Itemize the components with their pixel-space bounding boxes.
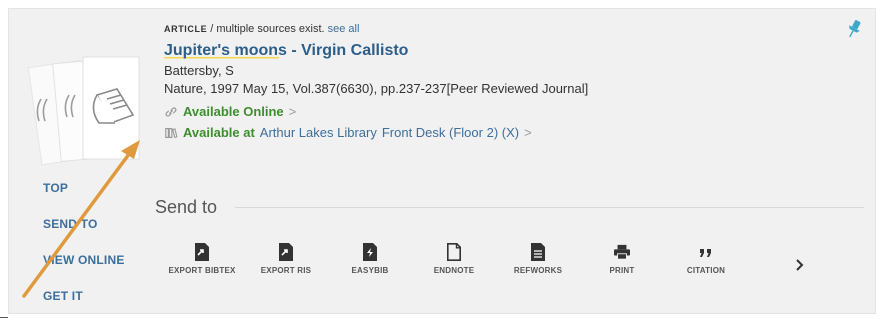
action-label: REFWORKS — [513, 266, 563, 275]
nav-item-top[interactable]: TOP — [43, 181, 125, 217]
available-online-label: Available Online — [183, 104, 284, 119]
action-label: ENDNOTE — [433, 266, 475, 275]
easybib-button[interactable]: EASYBIB — [328, 243, 412, 275]
export-ris-icon — [279, 243, 293, 261]
print-button[interactable]: PRINT — [580, 243, 664, 275]
resource-type: ARTICLE — [164, 24, 208, 34]
action-label: EASYBIB — [351, 266, 389, 275]
article-thumbnail-icon — [27, 56, 140, 166]
nav-item-view-online[interactable]: VIEW ONLINE — [43, 253, 125, 289]
action-label: EXPORT BIBTEX — [168, 266, 236, 275]
divider — [235, 206, 864, 208]
see-all-link[interactable]: see all — [328, 23, 360, 35]
refworks-icon — [531, 243, 545, 261]
export-ris-button[interactable]: EXPORT RIS — [244, 243, 328, 275]
send-to-section-header: Send to — [155, 196, 864, 218]
library-location: Front Desk (Floor 2) (X) — [381, 125, 520, 140]
refworks-button[interactable]: REFWORKS — [496, 243, 580, 275]
action-label: EXPORT RIS — [260, 266, 312, 275]
action-label: CITATION — [686, 266, 726, 275]
library-book-icon — [165, 127, 178, 138]
chevron-right-icon[interactable] — [794, 258, 806, 272]
send-to-actions: EXPORT BIBTEX EXPORT RIS EASYBIB ENDNOTE… — [160, 243, 748, 275]
send-to-heading: Send to — [155, 196, 218, 217]
citation-icon — [700, 249, 711, 257]
nav-item-get-it[interactable]: GET IT — [43, 289, 125, 325]
pin-icon[interactable] — [845, 19, 863, 39]
export-bibtex-button[interactable]: EXPORT BIBTEX — [160, 243, 244, 275]
record-details: ARTICLE / multiple sources exist. see al… — [164, 23, 835, 140]
library-name: Arthur Lakes Library — [259, 125, 377, 140]
action-label: PRINT — [609, 266, 635, 275]
print-icon — [614, 244, 630, 260]
available-at-row[interactable]: Available at Arthur Lakes Library Front … — [164, 125, 835, 140]
link-icon — [165, 106, 177, 117]
record-type-line: ARTICLE / multiple sources exist. see al… — [164, 23, 835, 39]
nav-item-send-to[interactable]: SEND TO — [43, 217, 125, 253]
endnote-icon — [447, 243, 461, 261]
available-online-row[interactable]: Available Online > — [164, 104, 835, 119]
citation-button[interactable]: CITATION — [664, 243, 748, 275]
available-at-label: Available at — [183, 125, 255, 140]
easybib-icon — [363, 243, 377, 261]
record-side-nav: TOP SEND TO VIEW ONLINE GET IT — [43, 181, 125, 325]
endnote-button[interactable]: ENDNOTE — [412, 243, 496, 275]
chevron-right-icon: > — [524, 125, 532, 140]
chevron-right-icon: > — [288, 104, 297, 119]
sources-note: / multiple sources exist. — [207, 23, 325, 35]
divider — [0, 317, 8, 318]
export-bibtex-icon — [195, 243, 209, 261]
record-author: Battersby, S — [164, 63, 234, 78]
record-citation: Nature, 1997 May 15, Vol.387(6630), pp.2… — [164, 81, 589, 96]
record-title-link[interactable]: Jupiter's moons - Virgin Callisto — [164, 42, 409, 60]
